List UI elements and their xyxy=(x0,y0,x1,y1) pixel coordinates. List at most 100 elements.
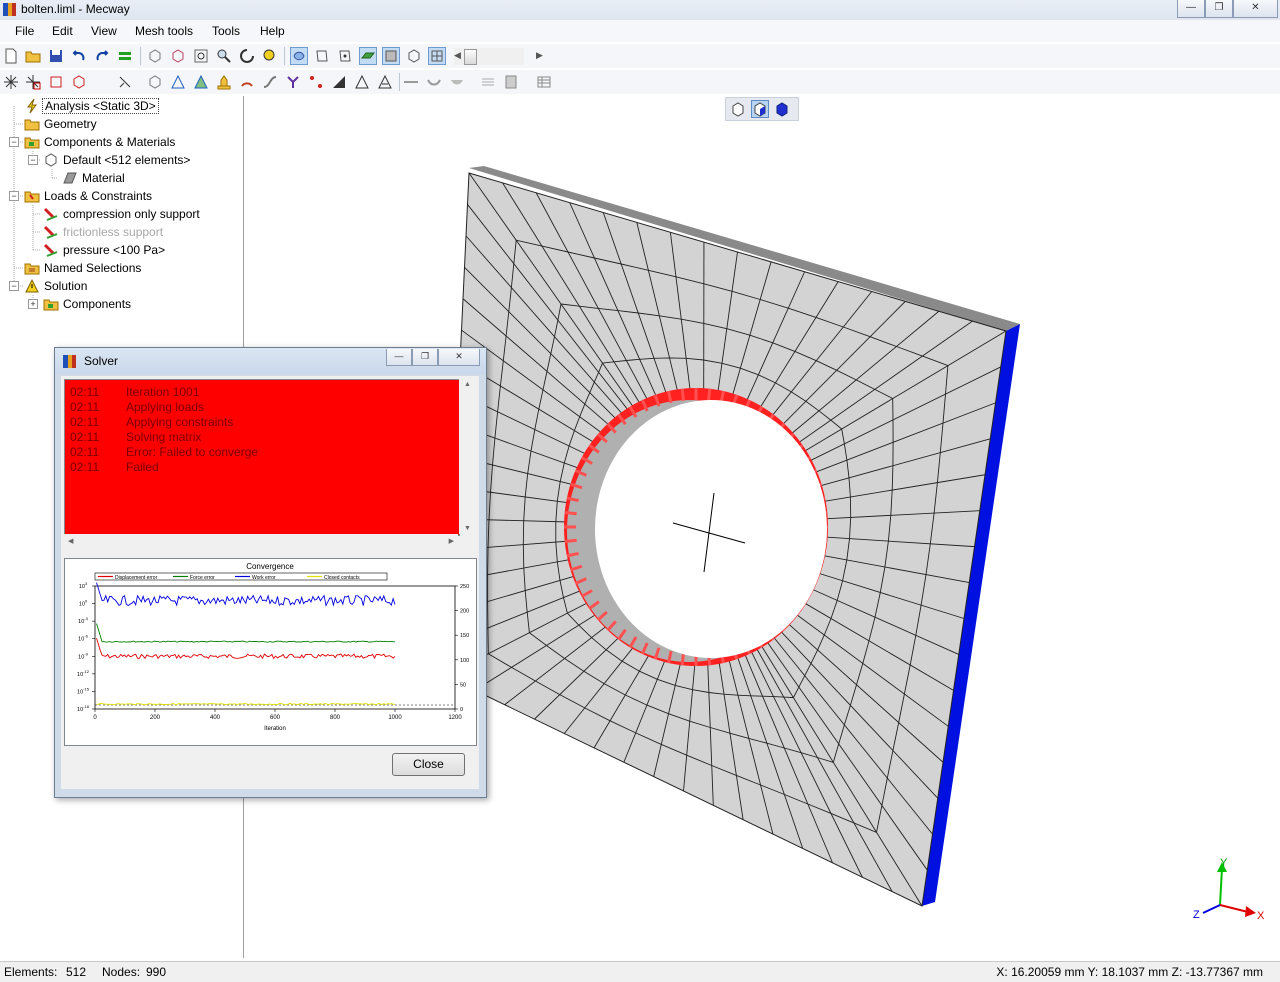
table-icon[interactable] xyxy=(536,74,552,90)
tree-named-selections[interactable]: Named Selections xyxy=(24,259,143,277)
transparency-slider[interactable]: ◀ ▶ xyxy=(454,48,524,65)
menu-help[interactable]: Help xyxy=(260,24,285,38)
y-left-tick-label: 10-9 xyxy=(78,651,88,660)
solver-log[interactable]: 02:11Iteration 1001 02:11Applying loads … xyxy=(64,379,460,536)
tree-load-pressure[interactable]: pressure <100 Pa> xyxy=(43,241,167,259)
merge-nodes-icon[interactable] xyxy=(285,74,301,90)
element-hex-icon[interactable] xyxy=(71,74,87,90)
lightning-icon xyxy=(24,98,40,114)
mesh-grid-icon[interactable] xyxy=(429,48,445,64)
tree-solution-components[interactable]: Components xyxy=(43,295,133,313)
view-rotate-icon[interactable] xyxy=(170,48,186,64)
svg-text:Y: Y xyxy=(1220,857,1228,869)
x-tick-label: 200 xyxy=(150,715,161,721)
solve-icon[interactable] xyxy=(117,48,133,64)
expand-components-toggle[interactable]: + xyxy=(28,299,38,309)
log-row: 02:11Solving matrix xyxy=(70,430,201,445)
tree-analysis[interactable]: Analysis <Static 3D> xyxy=(24,97,159,115)
tree-geometry[interactable]: Geometry xyxy=(24,115,99,133)
menu-file[interactable]: File xyxy=(15,24,34,38)
convergence-chart: ConvergenceDisplacement errorForce error… xyxy=(64,558,477,746)
menu-mesh-tools[interactable]: Mesh tools xyxy=(135,24,193,38)
select-nodes-icon[interactable] xyxy=(337,48,353,64)
log-horizontal-scrollbar[interactable]: ◀ ▶ xyxy=(64,534,458,551)
triangle-icon[interactable] xyxy=(377,74,393,90)
collapse-loads-toggle[interactable]: − xyxy=(9,191,19,201)
solver-close-x-button[interactable]: ✕ xyxy=(438,349,480,366)
minimize-button[interactable]: — xyxy=(1177,0,1205,18)
legend-label: Closed contacts xyxy=(324,575,360,581)
node-element-icon[interactable] xyxy=(25,74,41,90)
plot-area xyxy=(95,586,455,709)
collapse-solution-toggle[interactable]: − xyxy=(9,281,19,291)
tree-default-component[interactable]: Default <512 elements> xyxy=(43,151,192,169)
new-file-icon[interactable] xyxy=(3,48,19,64)
y-left-tick-label: 10-15 xyxy=(77,686,90,695)
bend-icon[interactable] xyxy=(262,74,278,90)
y-right-tick-label: 0 xyxy=(460,707,463,713)
tree-load-compression-only[interactable]: compression only support xyxy=(43,205,202,223)
zoom-icon[interactable] xyxy=(216,48,232,64)
split-icon[interactable] xyxy=(117,74,133,90)
undo-icon[interactable] xyxy=(71,48,87,64)
y-right-tick-label: 250 xyxy=(460,584,469,590)
element-square-icon[interactable] xyxy=(48,74,64,90)
tree-components-materials[interactable]: Components & Materials xyxy=(24,133,177,151)
collapse-default-toggle[interactable]: − xyxy=(28,155,38,165)
solver-maximize-button[interactable]: ❐ xyxy=(412,349,438,366)
solver-minimize-button[interactable]: — xyxy=(386,349,412,366)
menu-view[interactable]: View xyxy=(91,24,117,38)
elements-count: 512 xyxy=(66,965,86,979)
svg-text:X: X xyxy=(1257,910,1265,922)
node-star-icon[interactable] xyxy=(3,74,19,90)
tree-load-frictionless[interactable]: frictionless support xyxy=(43,223,165,241)
cube-solid-icon[interactable] xyxy=(774,101,790,117)
extrude-icon[interactable] xyxy=(147,74,163,90)
arc-icon[interactable] xyxy=(426,74,442,90)
y-left-tick-label: 10-3 xyxy=(78,616,88,625)
save-icon[interactable] xyxy=(48,48,64,64)
open-folder-icon[interactable] xyxy=(25,48,41,64)
shaded-view-icon[interactable] xyxy=(360,48,376,64)
close-window-button[interactable]: ✕ xyxy=(1233,0,1278,18)
zoom-box-icon[interactable] xyxy=(193,48,209,64)
collapse-components-toggle[interactable]: − xyxy=(9,137,19,147)
revolve-icon[interactable] xyxy=(239,74,255,90)
select-elements-icon[interactable] xyxy=(291,48,307,64)
redo-icon[interactable] xyxy=(94,48,110,64)
line-icon[interactable] xyxy=(403,74,419,90)
layers-icon[interactable] xyxy=(503,74,519,90)
chart-title: Convergence xyxy=(246,562,294,571)
pressure-arrow xyxy=(709,389,710,401)
zoom-fit-icon[interactable] xyxy=(262,48,278,64)
series-line-3 xyxy=(97,704,396,705)
legend-label: Displacement error xyxy=(115,575,158,581)
arc-fill-icon[interactable] xyxy=(449,74,465,90)
menu-edit[interactable]: Edit xyxy=(52,24,73,38)
rotate-view-icon[interactable] xyxy=(239,48,255,64)
scale-icon[interactable] xyxy=(331,74,347,90)
refine-icon[interactable] xyxy=(170,74,186,90)
detach-icon[interactable] xyxy=(308,74,324,90)
refine-tet-icon[interactable] xyxy=(193,74,209,90)
menu-tools[interactable]: Tools xyxy=(212,24,240,38)
tree-solution[interactable]: Solution xyxy=(24,277,89,295)
cursor-coordinates: X: 16.20059 mm Y: 18.1037 mm Z: -13.7736… xyxy=(996,965,1263,979)
solid-view-icon[interactable] xyxy=(383,48,399,64)
view-iso-icon[interactable] xyxy=(147,48,163,64)
cube-outline-icon[interactable] xyxy=(730,101,746,117)
cube-half-icon[interactable] xyxy=(752,101,768,117)
mirror-icon[interactable] xyxy=(354,74,370,90)
select-faces-icon[interactable] xyxy=(314,48,330,64)
app-icon xyxy=(3,3,16,16)
y-right-tick-label: 100 xyxy=(460,658,469,664)
close-button[interactable]: Close xyxy=(392,753,465,776)
arrow-lines-icon[interactable] xyxy=(480,74,496,90)
wireframe-icon[interactable] xyxy=(406,48,422,64)
tree-material[interactable]: Material xyxy=(62,169,127,187)
quadratic-icon[interactable] xyxy=(216,74,232,90)
tree-loads-constraints[interactable]: Loads & Constraints xyxy=(24,187,154,205)
components-folder-icon xyxy=(43,296,59,312)
maximize-button[interactable]: ❐ xyxy=(1205,0,1233,18)
log-vertical-scrollbar[interactable]: ▲ ▼ xyxy=(459,379,476,534)
